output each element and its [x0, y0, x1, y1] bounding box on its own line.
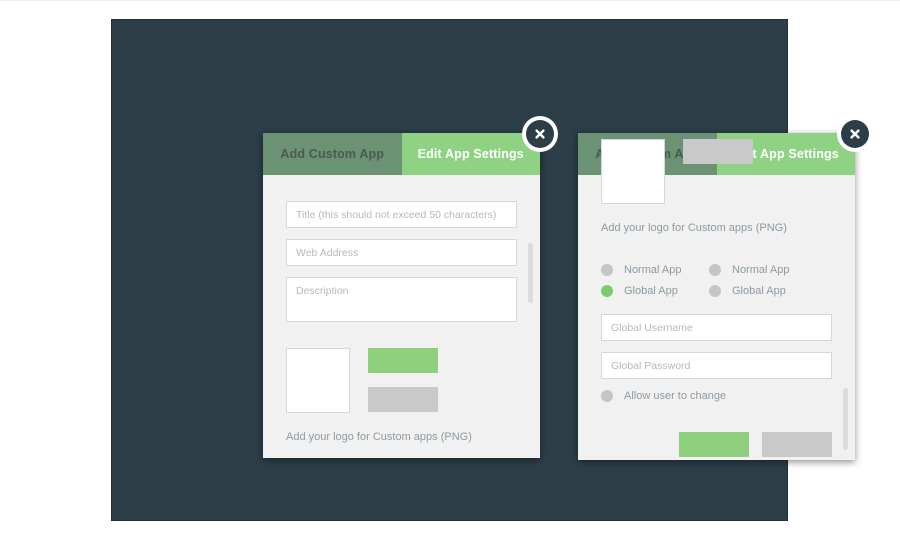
allow-user-to-change-label: Allow user to change	[624, 390, 727, 402]
app-scope-radio-grid: Normal App Normal App Global App Global …	[601, 264, 832, 297]
logo-helper-text-left: Add your logo for Custom apps (PNG)	[286, 431, 472, 443]
web-address-input[interactable]: Web Address	[286, 239, 517, 266]
close-dialog-button-left[interactable]	[522, 116, 558, 152]
logo-helper-text-right: Add your logo for Custom apps (PNG)	[601, 222, 787, 234]
radio-label-normal-app-primary: Normal App	[624, 264, 682, 276]
tab-add-custom-app-left[interactable]: Add Custom App	[263, 133, 402, 175]
close-dialog-button-right[interactable]	[837, 116, 873, 152]
radio-global-app-primary[interactable]: Global App	[601, 285, 709, 297]
close-circle-icon-left	[526, 120, 554, 148]
description-input[interactable]: Description	[286, 277, 517, 322]
add-custom-app-dialog-right: Add Custom App Edit App Settings Add you…	[578, 133, 855, 460]
logo-preview-box-left[interactable]	[286, 348, 350, 413]
radio-dot-normal-app-secondary[interactable]	[709, 264, 721, 276]
dialog-left-form: Title (this should not exceed 50 charact…	[263, 201, 540, 443]
radio-label-global-app-primary: Global App	[624, 285, 678, 297]
radio-dot-global-app-primary[interactable]	[601, 285, 613, 297]
radio-row-normal-app: Normal App Normal App	[601, 264, 832, 276]
page-root: Add Custom App Edit App Settings Title (…	[0, 0, 900, 539]
add-custom-app-dialog-left: Add Custom App Edit App Settings Title (…	[263, 133, 540, 458]
scrollbar-right[interactable]	[843, 388, 848, 450]
secondary-action-button-right[interactable]	[762, 432, 832, 457]
scrollbar-thumb-left[interactable]	[528, 243, 533, 303]
radio-dot-normal-app-primary[interactable]	[601, 264, 613, 276]
secondary-action-button-right-top[interactable]	[683, 139, 753, 164]
primary-action-button-left[interactable]	[368, 348, 438, 373]
dialog-left-tabs: Add Custom App Edit App Settings	[263, 133, 540, 175]
allow-user-to-change-toggle[interactable]: Allow user to change	[601, 390, 832, 402]
scrollbar-thumb-right[interactable]	[843, 388, 848, 450]
global-password-input[interactable]: Global Password	[601, 352, 832, 379]
radio-normal-app-secondary[interactable]: Normal App	[709, 264, 817, 276]
dark-stage-backdrop: Add Custom App Edit App Settings Title (…	[111, 19, 873, 521]
global-username-input[interactable]: Global Username	[601, 314, 832, 341]
dialog-right-action-row	[601, 432, 832, 457]
tab-edit-app-settings-left[interactable]: Edit App Settings	[401, 133, 540, 175]
logo-preview-box-right[interactable]	[601, 139, 665, 204]
radio-label-global-app-secondary: Global App	[732, 285, 786, 297]
primary-action-button-right[interactable]	[679, 432, 749, 457]
dialog-left-body: Title (this should not exceed 50 charact…	[263, 175, 540, 458]
title-input[interactable]: Title (this should not exceed 50 charact…	[286, 201, 517, 228]
radio-global-app-secondary[interactable]: Global App	[709, 285, 817, 297]
logo-upload-row-left	[286, 348, 517, 413]
radio-label-normal-app-secondary: Normal App	[732, 264, 790, 276]
scrollbar-left[interactable]	[528, 243, 533, 303]
top-divider	[0, 0, 900, 1]
radio-normal-app-primary[interactable]: Normal App	[601, 264, 709, 276]
radio-row-global-app: Global App Global App	[601, 285, 832, 297]
dialog-right-body: Add your logo for Custom apps (PNG) Norm…	[578, 139, 855, 460]
dialog-right-form: Add your logo for Custom apps (PNG) Norm…	[578, 133, 855, 457]
close-circle-icon-right	[841, 120, 869, 148]
logo-buttons-right	[683, 139, 753, 164]
radio-dot-allow-user-to-change[interactable]	[601, 390, 613, 402]
radio-dot-global-app-secondary[interactable]	[709, 285, 721, 297]
secondary-action-button-left[interactable]	[368, 387, 438, 412]
logo-buttons-left	[368, 348, 438, 412]
logo-upload-row-right	[601, 139, 832, 204]
